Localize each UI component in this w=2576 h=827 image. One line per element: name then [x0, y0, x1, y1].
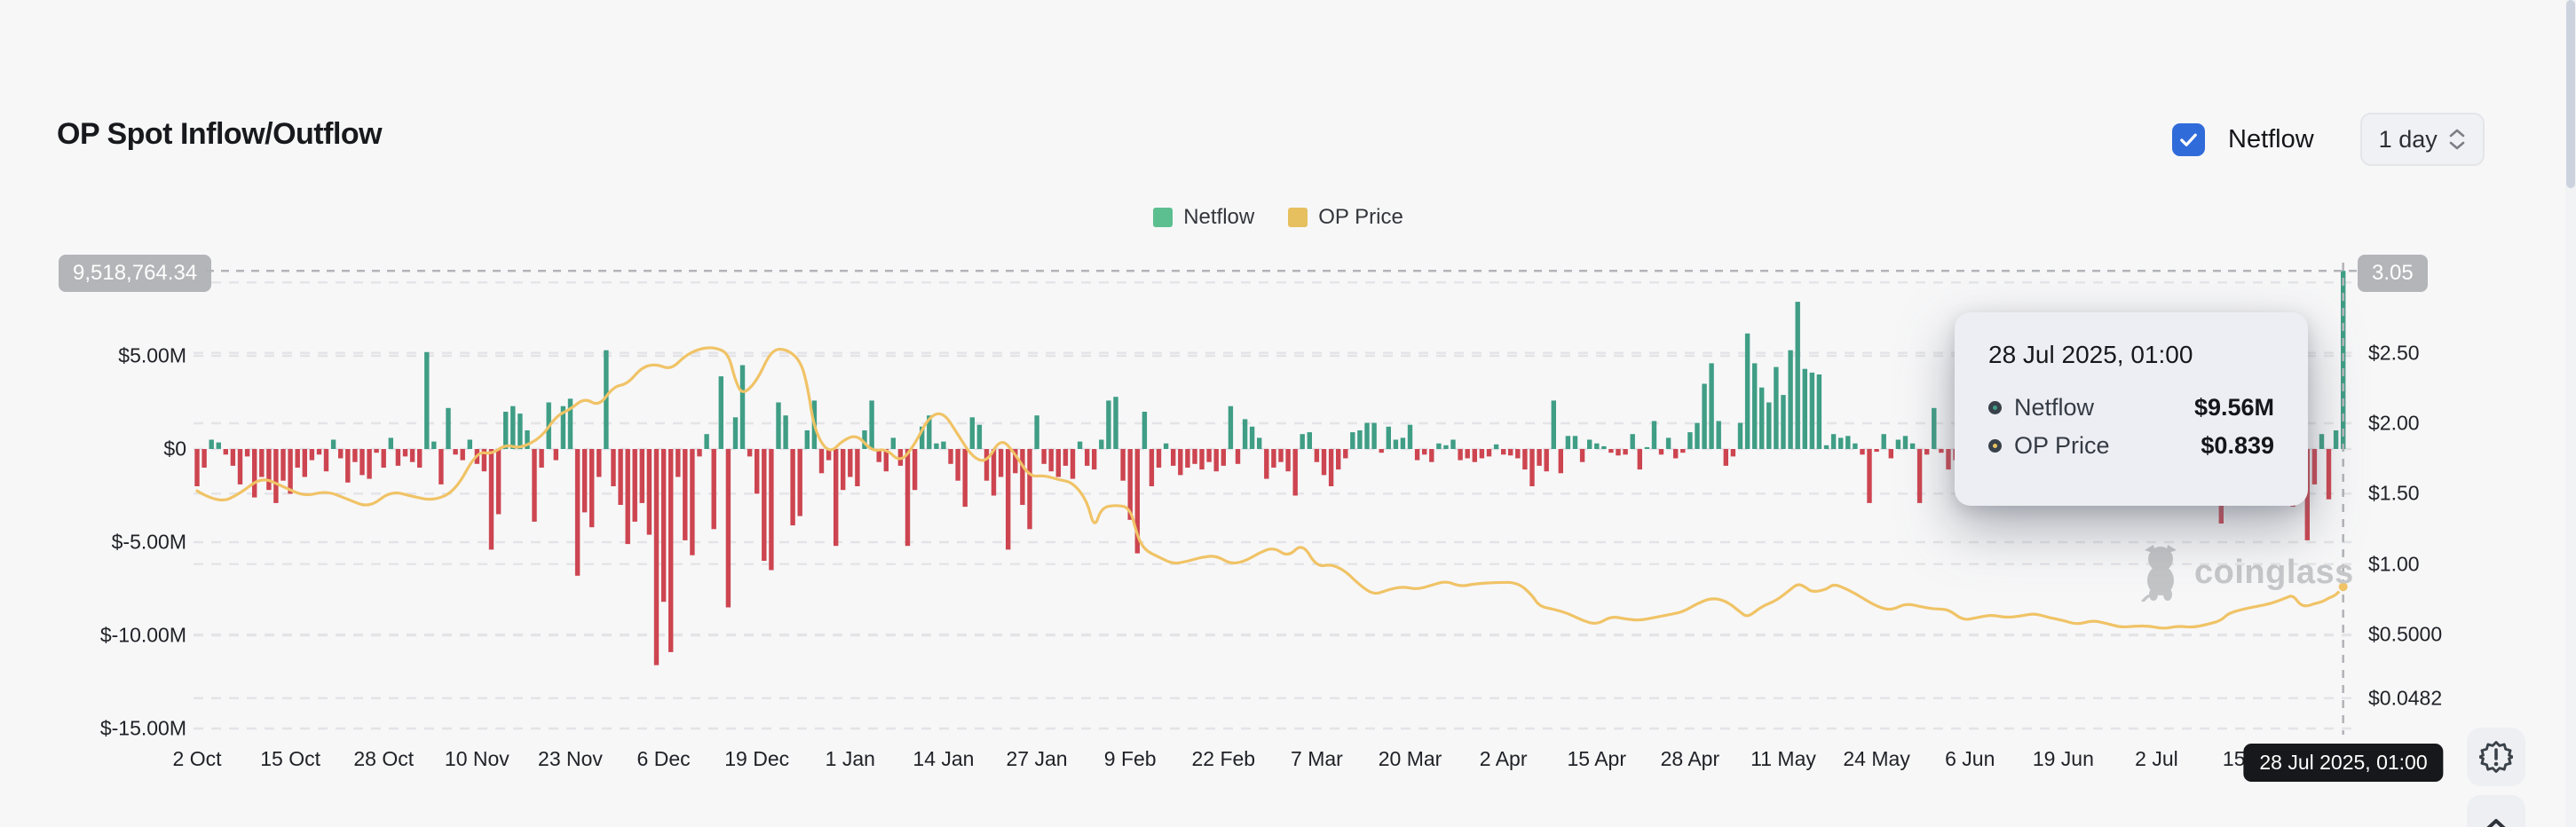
- coinglass-watermark: coinglass: [2136, 543, 2354, 602]
- netflow-marker-icon: [1988, 401, 2002, 414]
- select-chevrons-icon: [2448, 129, 2466, 150]
- x-axis-tick-label: 15 Oct: [260, 747, 320, 770]
- netflow-checkbox-label[interactable]: Netflow: [2228, 125, 2314, 154]
- x-axis-tick-label: 20 Mar: [1378, 747, 1442, 770]
- y-left-tick-label: $5.00M: [118, 343, 186, 367]
- tooltip-netflow-label: Netflow: [2014, 394, 2095, 421]
- y-left-tick-label: $0: [163, 437, 186, 461]
- tooltip-row-netflow: Netflow $9.56M: [1988, 394, 2274, 421]
- x-axis-tick-label: 15 Apr: [1567, 747, 1627, 770]
- y-right-tick-label: $2.00: [2368, 411, 2420, 435]
- legend-label-netflow: Netflow: [1183, 205, 1255, 229]
- watermark-text: coinglass: [2194, 553, 2354, 591]
- page-scrollbar: [2565, 0, 2576, 827]
- tooltip-netflow-value: $9.56M: [2193, 394, 2274, 421]
- checkmark-icon: [2180, 133, 2197, 146]
- crosshair-y-right-badge: 3.05: [2358, 255, 2428, 292]
- y-left-tick-label: $-15.00M: [99, 716, 186, 740]
- netflow-swatch-icon: [1153, 208, 1173, 227]
- crosshair-date-badge: 28 Jul 2025, 01:00: [2243, 744, 2444, 782]
- chevron-up-icon: [2486, 819, 2506, 827]
- y-right-tick-label: $2.50: [2368, 341, 2420, 365]
- netflow-checkbox[interactable]: [2172, 122, 2205, 156]
- op-price-marker-icon: [1988, 439, 2002, 453]
- x-axis-tick-label: 19 Dec: [724, 747, 790, 770]
- chart-tooltip: 28 Jul 2025, 01:00 Netflow $9.56M OP Pri…: [1955, 312, 2308, 506]
- x-axis-tick-label: 9 Feb: [1103, 747, 1157, 770]
- tooltip-date: 28 Jul 2025, 01:00: [1988, 341, 2193, 368]
- x-axis-tick-label: 2 Apr: [1479, 747, 1528, 770]
- scrollbar-thumb[interactable]: [2566, 0, 2575, 188]
- x-axis-tick-label: 27 Jan: [1006, 747, 1068, 770]
- x-axis-tick-label: 19 Jun: [2032, 747, 2094, 770]
- page-title: OP Spot Inflow/Outflow: [57, 117, 383, 151]
- x-axis-tick-label: 7 Mar: [1291, 747, 1343, 770]
- x-axis-tick-label: 2 Oct: [172, 747, 222, 770]
- x-axis-tick-label: 2 Jul: [2135, 747, 2178, 770]
- op-price-swatch-icon: [1288, 208, 1308, 227]
- x-axis-tick-label: 23 Nov: [538, 747, 603, 770]
- crosshair-y-left-badge: 9,518,764.34: [59, 255, 212, 292]
- x-axis-tick-label: 6 Dec: [636, 747, 691, 770]
- interval-select[interactable]: 1 day: [2359, 113, 2485, 166]
- y-left-tick-label: $-10.00M: [99, 623, 186, 647]
- coinglass-bear-icon: [2141, 545, 2177, 602]
- x-axis-tick-label: 22 Feb: [1191, 747, 1256, 770]
- y-left-tick-label: $-5.00M: [111, 530, 186, 554]
- y-right-tick-label: $0.5000: [2368, 622, 2443, 646]
- report-issue-button[interactable]: [2467, 728, 2525, 786]
- tooltip-op-price-label: OP Price: [2014, 432, 2110, 459]
- x-axis-tick-label: 14 Jan: [913, 747, 975, 770]
- legend-item-netflow[interactable]: Netflow: [1153, 205, 1254, 230]
- interval-select-value: 1 day: [2378, 125, 2438, 153]
- x-axis-tick-label: 6 Jun: [1945, 747, 1995, 770]
- legend-label-op-price: OP Price: [1318, 205, 1403, 229]
- legend-item-op-price[interactable]: OP Price: [1288, 205, 1403, 230]
- alert-seal-icon: [2479, 741, 2513, 773]
- tooltip-row-op-price: OP Price $0.839: [1988, 432, 2274, 460]
- x-axis-tick-label: 1 Jan: [825, 747, 875, 770]
- collapse-chart-button[interactable]: [2467, 795, 2525, 827]
- x-axis-tick-label: 28 Oct: [353, 747, 415, 770]
- x-axis-tick-label: 24 May: [1843, 747, 1910, 770]
- coinglass-spot-flow-page: { "page": { "title": "OP Spot Inflow/Out…: [0, 0, 2576, 827]
- tooltip-op-price-value: $0.839: [2201, 432, 2274, 459]
- y-right-tick-label: $1.00: [2368, 552, 2420, 576]
- x-axis-tick-label: 28 Apr: [1660, 747, 1720, 770]
- chart-legend: Netflow OP Price: [0, 205, 2556, 230]
- chart-controls: Netflow 1 day: [2172, 113, 2485, 166]
- y-right-tick-label: $0.0482: [2368, 686, 2443, 710]
- x-axis-tick-label: 10 Nov: [444, 747, 510, 770]
- y-right-tick-label: $1.50: [2368, 481, 2420, 505]
- x-axis-tick-label: 11 May: [1750, 747, 1816, 770]
